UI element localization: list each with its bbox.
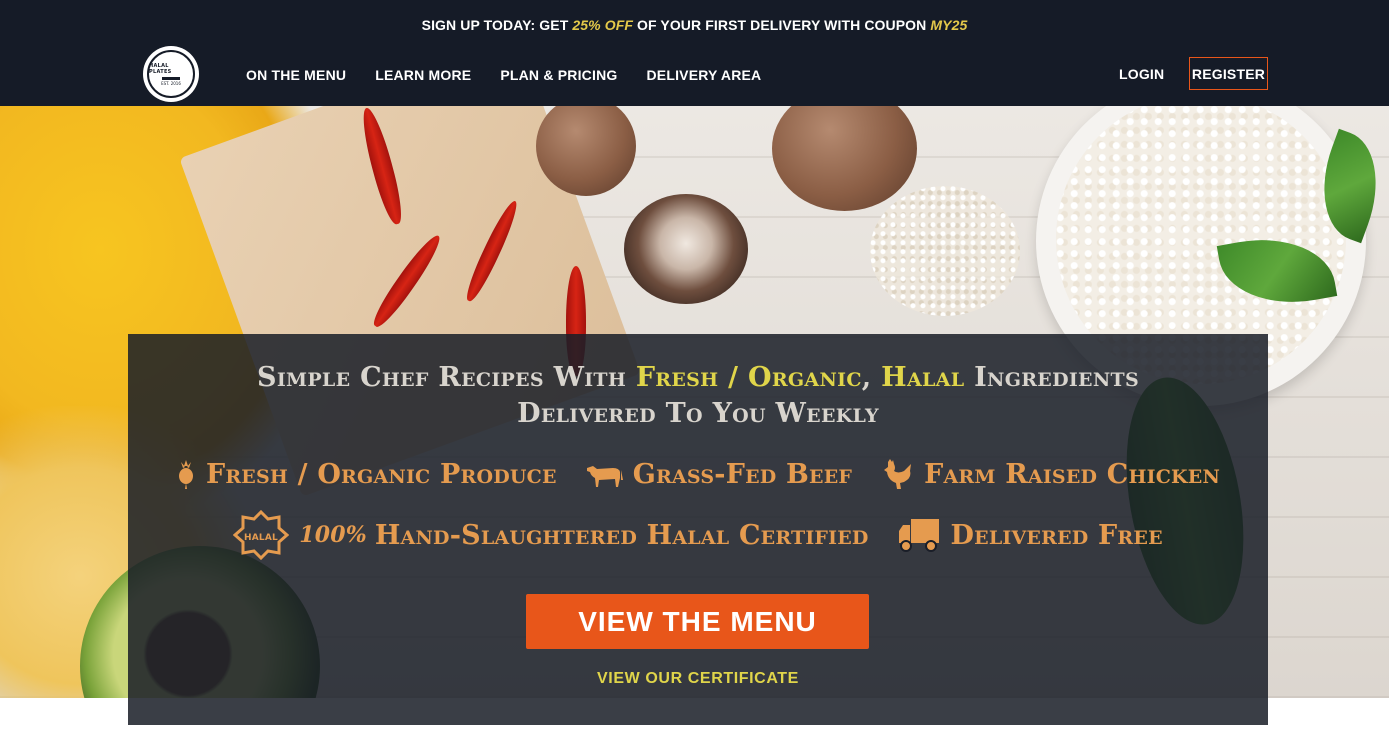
headline-text: Simple Chef Recipes With [257, 362, 636, 393]
headline-comma: , [861, 362, 882, 393]
headline-line1: Simple Chef Recipes With Fresh / Organic… [128, 360, 1268, 396]
headline-organic: Organic [748, 362, 862, 393]
mushroom-image [536, 106, 636, 196]
cow-icon [585, 460, 623, 488]
feature-produce: Fresh / Organic Produce [176, 458, 557, 490]
produce-icon [176, 458, 196, 490]
headline-fresh: Fresh [635, 362, 719, 393]
headline-sep: / [718, 362, 748, 393]
view-menu-button[interactable]: VIEW THE MENU [526, 594, 869, 649]
site-logo[interactable]: HALAL PLATES EST. 2016 [143, 46, 199, 102]
feature-chicken: Farm Raised Chicken [880, 458, 1220, 490]
promo-banner: SIGN UP TODAY: GET 25% OFF OF YOUR FIRST… [0, 0, 1389, 50]
promo-middle: OF YOUR FIRST DELIVERY WITH COUPON [637, 17, 927, 33]
nav-link-delivery-area[interactable]: DELIVERY AREA [646, 67, 761, 83]
feature-produce-label: Fresh / Organic Produce [205, 458, 557, 490]
halal-badge-icon: HALAL [233, 510, 290, 560]
headline-line2: Delivered To You Weekly [517, 398, 879, 429]
features-row-2: HALAL 100% Hand-Slaughtered Halal Certif… [128, 510, 1268, 560]
chicken-icon [880, 458, 914, 490]
feature-chicken-label: Farm Raised Chicken [924, 458, 1221, 490]
nav-links: ON THE MENU LEARN MORE PLAN & PRICING DE… [246, 50, 761, 100]
nav-link-on-the-menu[interactable]: ON THE MENU [246, 67, 346, 83]
headline-halal: Halal [881, 362, 965, 393]
promo-prefix: SIGN UP TODAY: GET [421, 17, 569, 33]
nav-link-learn-more[interactable]: LEARN MORE [375, 67, 471, 83]
logo-divider [162, 76, 180, 80]
headline-ingredients: Ingredients [964, 362, 1139, 393]
features-row-1: Fresh / Organic Produce Grass-Fed Beef F… [128, 458, 1268, 490]
feature-beef: Grass-Fed Beef [585, 459, 852, 490]
main-navbar: HALAL PLATES EST. 2016 ON THE MENU LEARN… [0, 46, 1389, 106]
nav-link-plan-pricing[interactable]: PLAN & PRICING [500, 67, 617, 83]
feature-delivery-label: Delivered Free [950, 519, 1163, 551]
login-link[interactable]: LOGIN [1119, 66, 1164, 82]
rice-pile-image [870, 186, 1020, 316]
halal-badge-text: HALAL [244, 533, 278, 543]
feature-halal: HALAL 100% Hand-Slaughtered Halal Certif… [233, 510, 868, 560]
hero-headline: Simple Chef Recipes With Fresh / Organic… [128, 360, 1268, 432]
feature-delivery: Delivered Free [897, 517, 1163, 553]
truck-icon [897, 517, 941, 553]
feature-halal-percent: 100% [299, 522, 367, 548]
mushroom-image [772, 106, 917, 211]
promo-discount: 25% OFF [572, 17, 633, 33]
view-certificate-link[interactable]: VIEW OUR CERTIFICATE [128, 670, 1268, 688]
mushroom-cut-image [624, 194, 748, 304]
logo-line1: HALAL PLATES [149, 62, 172, 75]
feature-halal-label: Hand-Slaughtered Halal Certified [374, 519, 869, 551]
logo-badge: HALAL PLATES EST. 2016 [147, 50, 195, 98]
register-button[interactable]: REGISTER [1189, 57, 1268, 90]
feature-beef-label: Grass-Fed Beef [632, 458, 853, 490]
promo-coupon: MY25 [930, 17, 968, 33]
logo-line2: EST. 2016 [161, 80, 181, 86]
hero-panel: Simple Chef Recipes With Fresh / Organic… [128, 334, 1268, 725]
